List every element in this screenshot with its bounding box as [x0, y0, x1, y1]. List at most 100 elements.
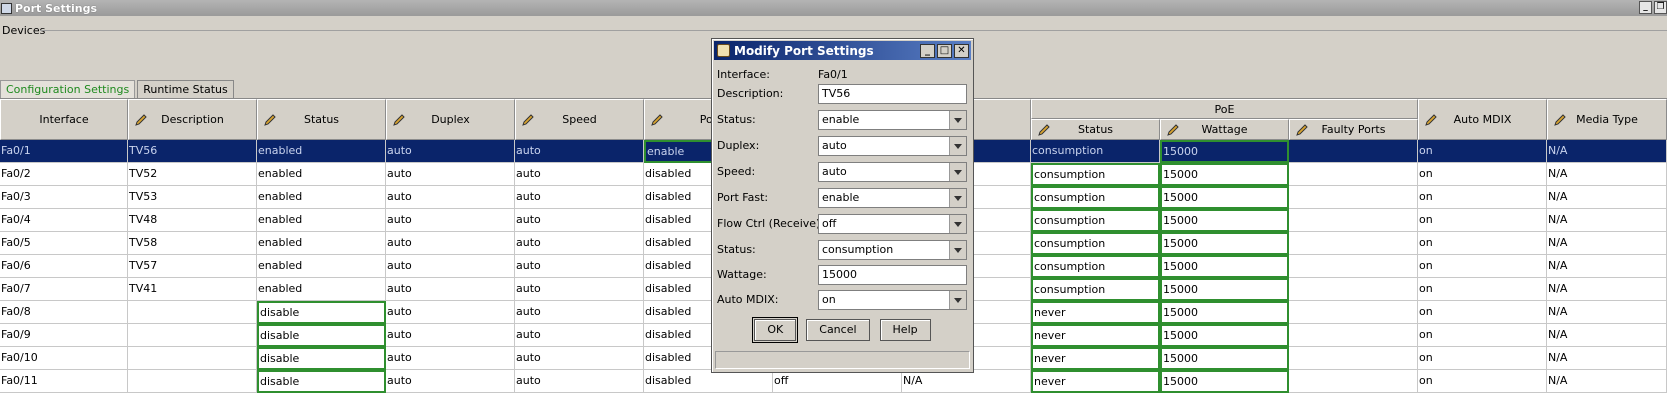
- table-cell-status[interactable]: disable: [257, 324, 386, 347]
- table-cell-speed[interactable]: auto: [515, 347, 644, 370]
- tab-runtime-status[interactable]: Runtime Status: [137, 80, 234, 99]
- table-cell-desc[interactable]: TV48: [128, 209, 257, 232]
- col-header-faulty-ports[interactable]: Faulty Ports: [1289, 119, 1418, 140]
- table-cell-duplex[interactable]: auto: [386, 278, 515, 301]
- table-cell-media[interactable]: N/A: [1547, 232, 1667, 255]
- table-row[interactable]: Fa0/11 disable auto auto disabled off N/A never…: [0, 370, 1667, 393]
- table-cell-faulty[interactable]: [1289, 209, 1418, 232]
- close-icon[interactable]: ✕: [954, 43, 969, 58]
- speed-select[interactable]: auto: [818, 162, 967, 182]
- table-cell-col7[interactable]: N/A: [902, 370, 1031, 393]
- table-cell-mdix[interactable]: on: [1418, 163, 1547, 186]
- col-header-auto-mdix[interactable]: Auto MDIX: [1418, 99, 1547, 140]
- table-cell-duplex[interactable]: auto: [386, 209, 515, 232]
- table-cell-status[interactable]: enabled: [257, 163, 386, 186]
- table-cell-media[interactable]: N/A: [1547, 140, 1667, 163]
- cancel-button[interactable]: Cancel: [806, 319, 870, 341]
- table-cell-duplex[interactable]: auto: [386, 301, 515, 324]
- table-cell-faulty[interactable]: [1289, 163, 1418, 186]
- col-header-status[interactable]: Status: [257, 99, 386, 140]
- table-cell-desc[interactable]: [128, 324, 257, 347]
- table-cell-watt[interactable]: 15000: [1160, 301, 1289, 324]
- table-cell-iface[interactable]: Fa0/11: [0, 370, 128, 393]
- minimize-icon[interactable]: _: [1639, 1, 1652, 14]
- table-cell-desc[interactable]: [128, 370, 257, 393]
- chevron-down-icon[interactable]: [949, 215, 966, 233]
- table-cell-status[interactable]: enabled: [257, 255, 386, 278]
- table-cell-desc[interactable]: TV53: [128, 186, 257, 209]
- table-cell-status[interactable]: enabled: [257, 209, 386, 232]
- table-cell-mdix[interactable]: on: [1418, 324, 1547, 347]
- table-cell-poe[interactable]: consumption: [1031, 255, 1160, 278]
- table-cell-status[interactable]: enabled: [257, 140, 386, 163]
- table-cell-status[interactable]: disable: [257, 347, 386, 370]
- table-cell-desc[interactable]: [128, 347, 257, 370]
- chevron-down-icon[interactable]: [949, 111, 966, 129]
- table-cell-watt[interactable]: 15000: [1160, 324, 1289, 347]
- table-cell-watt[interactable]: 15000: [1160, 209, 1289, 232]
- col-header-wattage[interactable]: Wattage: [1160, 119, 1289, 140]
- col-header-duplex[interactable]: Duplex: [386, 99, 515, 140]
- table-cell-watt[interactable]: 15000: [1160, 370, 1289, 393]
- table-cell-duplex[interactable]: auto: [386, 255, 515, 278]
- restore-icon[interactable]: ❐: [1654, 1, 1667, 14]
- col-header-interface[interactable]: Interface: [0, 99, 128, 140]
- table-cell-watt[interactable]: 15000: [1160, 347, 1289, 370]
- table-cell-duplex[interactable]: auto: [386, 232, 515, 255]
- ok-button[interactable]: OK: [752, 317, 799, 343]
- col-header-media-type[interactable]: Media Type: [1547, 99, 1667, 140]
- table-cell-poe[interactable]: consumption: [1031, 186, 1160, 209]
- mdix-select[interactable]: on: [818, 290, 967, 310]
- table-cell-mdix[interactable]: on: [1418, 370, 1547, 393]
- table-cell-poe[interactable]: never: [1031, 370, 1160, 393]
- poe-status-select[interactable]: consumption: [818, 240, 967, 260]
- table-cell-speed[interactable]: auto: [515, 163, 644, 186]
- table-cell-watt[interactable]: 15000: [1160, 278, 1289, 301]
- table-cell-speed[interactable]: auto: [515, 232, 644, 255]
- table-cell-poe[interactable]: never: [1031, 347, 1160, 370]
- table-cell-faulty[interactable]: [1289, 140, 1418, 163]
- description-input[interactable]: TV56: [818, 84, 967, 104]
- flowctrl-select[interactable]: off: [818, 214, 967, 234]
- table-cell-watt[interactable]: 15000: [1160, 163, 1289, 186]
- help-button[interactable]: Help: [879, 319, 931, 341]
- table-cell-duplex[interactable]: auto: [386, 370, 515, 393]
- table-cell-poe[interactable]: consumption: [1031, 232, 1160, 255]
- table-cell-iface[interactable]: Fa0/10: [0, 347, 128, 370]
- col-header-description[interactable]: Description: [128, 99, 257, 140]
- duplex-select[interactable]: auto: [818, 136, 967, 156]
- table-cell-poe[interactable]: consumption: [1031, 140, 1160, 163]
- table-cell-media[interactable]: N/A: [1547, 255, 1667, 278]
- table-cell-media[interactable]: N/A: [1547, 347, 1667, 370]
- col-header-speed[interactable]: Speed: [515, 99, 644, 140]
- table-cell-watt[interactable]: 15000: [1160, 186, 1289, 209]
- table-cell-speed[interactable]: auto: [515, 255, 644, 278]
- table-cell-iface[interactable]: Fa0/3: [0, 186, 128, 209]
- table-cell-media[interactable]: N/A: [1547, 324, 1667, 347]
- table-cell-media[interactable]: N/A: [1547, 278, 1667, 301]
- table-cell-poe[interactable]: never: [1031, 324, 1160, 347]
- table-cell-poe[interactable]: never: [1031, 301, 1160, 324]
- table-cell-portfast[interactable]: disabled: [644, 370, 773, 393]
- table-cell-faulty[interactable]: [1289, 278, 1418, 301]
- table-cell-desc[interactable]: TV52: [128, 163, 257, 186]
- table-cell-duplex[interactable]: auto: [386, 163, 515, 186]
- table-cell-desc[interactable]: [128, 301, 257, 324]
- table-cell-iface[interactable]: Fa0/9: [0, 324, 128, 347]
- chevron-down-icon[interactable]: [949, 163, 966, 181]
- table-cell-iface[interactable]: Fa0/6: [0, 255, 128, 278]
- table-cell-speed[interactable]: auto: [515, 301, 644, 324]
- table-cell-faulty[interactable]: [1289, 255, 1418, 278]
- chevron-down-icon[interactable]: [949, 291, 966, 309]
- maximize-icon[interactable]: □: [937, 43, 952, 58]
- table-cell-iface[interactable]: Fa0/2: [0, 163, 128, 186]
- table-cell-iface[interactable]: Fa0/1: [0, 140, 128, 163]
- table-cell-faulty[interactable]: [1289, 347, 1418, 370]
- table-cell-mdix[interactable]: on: [1418, 301, 1547, 324]
- table-cell-status[interactable]: disable: [257, 370, 386, 393]
- wattage-input[interactable]: 15000: [818, 265, 967, 285]
- table-cell-desc[interactable]: TV41: [128, 278, 257, 301]
- table-cell-speed[interactable]: auto: [515, 209, 644, 232]
- table-cell-media[interactable]: N/A: [1547, 370, 1667, 393]
- table-cell-poe[interactable]: consumption: [1031, 278, 1160, 301]
